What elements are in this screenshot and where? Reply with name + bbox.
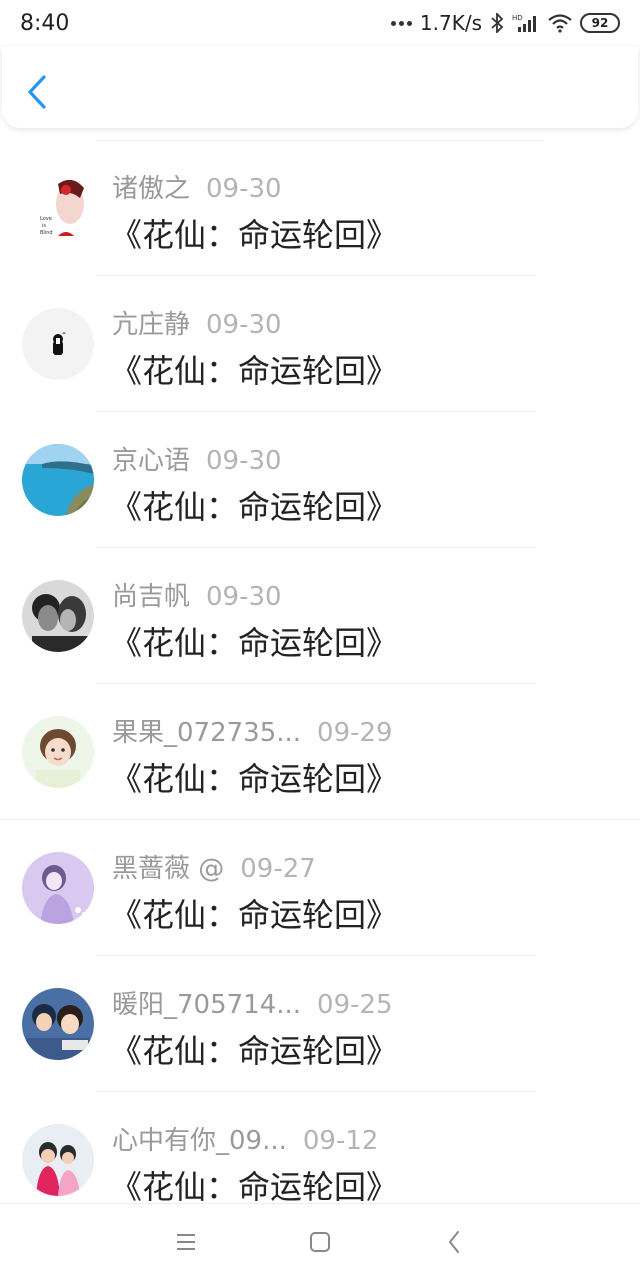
battery-icon: 92: [580, 13, 620, 33]
system-back-button[interactable]: [387, 1217, 521, 1267]
hd-signal-icon: HD: [512, 14, 536, 32]
list-item[interactable]: 尚吉帆 09-30 《花仙：命运轮回》: [0, 548, 640, 684]
system-nav-bar: [0, 1203, 640, 1280]
comment-date: 09-30: [206, 174, 282, 204]
list-item[interactable]: Love is Blind 诸傲之 09-30 《花仙：命运轮回》: [0, 140, 640, 276]
header-bar: [2, 46, 638, 128]
comment-meta: 亢庄静 09-30: [112, 304, 282, 341]
avatar[interactable]: [22, 988, 94, 1060]
book-title[interactable]: 《花仙：命运轮回》: [110, 210, 398, 256]
wifi-icon: [548, 14, 572, 33]
comment-date: 09-30: [206, 446, 282, 476]
comment-date: 09-27: [240, 854, 316, 884]
user-name[interactable]: 暖阳_705714...: [112, 990, 301, 1020]
comment-date: 09-29: [317, 718, 393, 748]
comment-meta: 心中有你_09... 09-12: [112, 1120, 378, 1157]
back-button[interactable]: [22, 72, 52, 112]
list-item[interactable]: 亢庄静 09-30 《花仙：命运轮回》: [0, 276, 640, 412]
avatar[interactable]: [22, 580, 94, 652]
status-time: 8:40: [20, 10, 70, 36]
status-icons: 1.7K/s HD 92: [390, 11, 620, 35]
book-title[interactable]: 《花仙：命运轮回》: [110, 890, 398, 936]
bluetooth-icon: [491, 13, 504, 33]
avatar[interactable]: [22, 1124, 94, 1196]
list-item[interactable]: 京心语 09-30 《花仙：命运轮回》: [0, 412, 640, 548]
list-item[interactable]: 黑蔷薇 @ 09-27 《花仙：命运轮回》: [0, 820, 640, 956]
book-title[interactable]: 《花仙：命运轮回》: [110, 1162, 398, 1208]
avatar[interactable]: [22, 716, 94, 788]
list-item[interactable]: 果果_072735... 09-29 《花仙：命运轮回》: [0, 684, 640, 820]
book-title[interactable]: 《花仙：命运轮回》: [110, 618, 398, 664]
comment-list: Love is Blind 诸傲之 09-30 《花仙：命运轮回》 亢庄静 09-3…: [0, 140, 640, 1228]
comment-date: 09-30: [206, 582, 282, 612]
list-item[interactable]: 暖阳_705714... 09-25 《花仙：命运轮回》: [0, 956, 640, 1092]
book-title[interactable]: 《花仙：命运轮回》: [110, 346, 398, 392]
user-name[interactable]: 果果_072735...: [112, 718, 301, 748]
book-title[interactable]: 《花仙：命运轮回》: [110, 754, 398, 800]
user-name[interactable]: 京心语: [112, 446, 190, 476]
comment-meta: 黑蔷薇 @ 09-27: [112, 848, 316, 885]
network-speed: 1.7K/s: [419, 11, 482, 35]
book-title[interactable]: 《花仙：命运轮回》: [110, 1026, 398, 1072]
user-name[interactable]: 尚吉帆: [112, 582, 190, 612]
comment-date: 09-30: [206, 310, 282, 340]
book-title[interactable]: 《花仙：命运轮回》: [110, 482, 398, 528]
user-name[interactable]: 诸傲之: [112, 174, 190, 204]
user-name[interactable]: 心中有你_09...: [112, 1126, 287, 1156]
avatar[interactable]: Love is Blind: [22, 172, 94, 244]
more-dots-icon: [390, 20, 412, 26]
home-button[interactable]: [253, 1217, 387, 1267]
home-icon: [310, 1232, 330, 1252]
comment-meta: 京心语 09-30: [112, 440, 282, 477]
comment-meta: 果果_072735... 09-29: [112, 712, 393, 749]
avatar[interactable]: [22, 308, 94, 380]
comment-meta: 诸傲之 09-30: [112, 168, 282, 205]
comment-meta: 暖阳_705714... 09-25: [112, 984, 393, 1021]
avatar[interactable]: [22, 852, 94, 924]
comment-meta: 尚吉帆 09-30: [112, 576, 282, 613]
user-name[interactable]: 黑蔷薇 @: [112, 854, 224, 884]
chevron-left-icon: [28, 75, 46, 109]
user-name[interactable]: 亢庄静: [112, 310, 190, 340]
recent-apps-button[interactable]: [119, 1217, 253, 1267]
comment-date: 09-12: [302, 1126, 379, 1156]
avatar[interactable]: [22, 444, 94, 516]
svg-text:is: is: [42, 223, 46, 229]
svg-text:Love: Love: [40, 216, 52, 222]
comment-date: 09-25: [317, 990, 393, 1020]
back-icon: [449, 1231, 459, 1253]
svg-text:HD: HD: [512, 14, 523, 22]
svg-text:Blind: Blind: [40, 230, 53, 236]
menu-icon: [177, 1234, 195, 1250]
status-bar: 8:40 1.7K/s HD 92: [0, 0, 640, 46]
